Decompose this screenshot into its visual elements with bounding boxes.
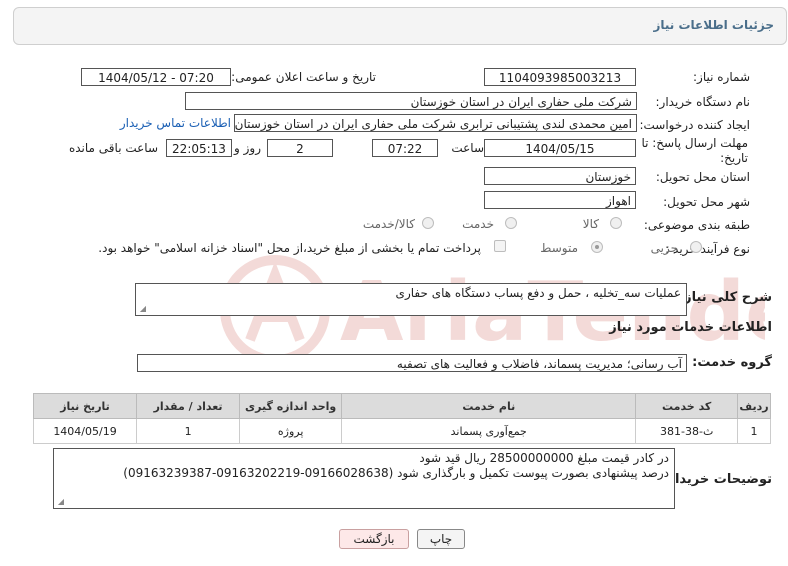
resize-grip-icon[interactable]: ◢ xyxy=(138,305,146,313)
delivery-province-label: استان محل تحویل: xyxy=(655,170,750,184)
deadline-time-field: 07:22 xyxy=(372,139,438,157)
cell-unit: پروژه xyxy=(239,418,343,444)
cell-need-date: 1404/05/19 xyxy=(32,418,138,444)
services-table: ردیف کد خدمت نام خدمت واحد اندازه گیری ت… xyxy=(32,393,771,444)
category-radio-goods[interactable] xyxy=(610,217,622,229)
need-number-label: شماره نیاز: xyxy=(693,70,750,84)
col-header-unit: واحد اندازه گیری xyxy=(239,393,343,419)
delivery-city-field: اهواز xyxy=(484,191,636,209)
cell-row-number: 1 xyxy=(737,418,771,444)
col-header-service-code: کد خدمت xyxy=(635,393,739,419)
cell-service-code: ث-38-381 xyxy=(635,418,739,444)
category-goods-label: کالا xyxy=(582,217,599,231)
cell-quantity: 1 xyxy=(136,418,241,444)
need-description-field: عملیات سه_تخلیه ، حمل و دفع پساب دستگاه … xyxy=(135,283,687,316)
day-and-label: روز و xyxy=(234,141,261,155)
buyer-org-field: شرکت ملی حفاری ایران در استان خوزستان xyxy=(185,92,637,110)
panel-title: جزئیات اطلاعات نیاز xyxy=(653,18,774,32)
need-description-text: عملیات سه_تخلیه ، حمل و دفع پساب دستگاه … xyxy=(395,286,681,300)
buyer-notes-field: در کادر قیمت مبلغ 28500000000 ریال قید ش… xyxy=(53,448,675,509)
requester-label: ایجاد کننده درخواست: xyxy=(639,118,750,132)
delivery-city-label: شهر محل تحویل: xyxy=(663,195,750,209)
process-minor-label: جزیی xyxy=(650,241,678,255)
col-header-service-name: نام خدمت xyxy=(341,393,637,419)
col-header-row-number: ردیف xyxy=(737,393,771,419)
resize-grip-icon[interactable]: ◢ xyxy=(56,498,64,506)
cell-service-name: جمع‌آوری پسماند xyxy=(341,418,637,444)
col-header-quantity: تعداد / مقدار xyxy=(136,393,241,419)
need-description-label: شرح کلی نیاز: xyxy=(678,290,772,305)
buyer-notes-line-2: درصد پیشنهادی بصورت پیوست تکمیل و بارگذا… xyxy=(123,466,669,480)
col-header-need-date: تاریخ نیاز xyxy=(32,393,138,419)
table-row: 1 ث-38-381 جمع‌آوری پسماند پروژه 1 1404/… xyxy=(32,418,771,444)
requester-field: امین محمدی لندی پشتیبانی ترابری شرکت ملی… xyxy=(234,114,637,132)
remaining-time-label: ساعت باقی مانده xyxy=(68,141,158,155)
details-panel-header: جزئیات اطلاعات نیاز xyxy=(13,7,787,45)
services-section-title: اطلاعات خدمات مورد نیاز xyxy=(609,320,772,335)
category-radio-goods-service[interactable] xyxy=(422,217,434,229)
back-button[interactable]: بازگشت xyxy=(339,529,409,549)
service-group-label: گروه خدمت: xyxy=(692,355,772,370)
category-label: طبقه بندی موضوعی: xyxy=(643,218,750,232)
buyer-notes-line-1: در کادر قیمت مبلغ 28500000000 ریال قید ش… xyxy=(419,451,669,465)
treasury-payment-checkbox[interactable] xyxy=(494,240,506,252)
process-radio-medium[interactable] xyxy=(591,241,603,253)
announce-datetime-field: 1404/05/12 - 07:20 xyxy=(81,68,231,86)
time-remaining-field: 22:05:13 xyxy=(166,139,232,157)
announce-datetime-label: تاریخ و ساعت اعلان عمومی: xyxy=(231,70,376,84)
buyer-notes-label: توضیحات خریدار: xyxy=(662,472,772,487)
reply-deadline-label: مهلت ارسال پاسخ: تا تاریخ: xyxy=(641,136,748,165)
days-remaining-field: 2 xyxy=(267,139,333,157)
process-radio-minor[interactable] xyxy=(690,241,702,253)
services-table-header: ردیف کد خدمت نام خدمت واحد اندازه گیری ت… xyxy=(32,393,771,419)
category-goods-service-label: کالا/خدمت xyxy=(362,217,415,231)
category-radio-service[interactable] xyxy=(505,217,517,229)
deadline-time-label: ساعت xyxy=(451,141,484,155)
category-service-label: خدمت xyxy=(462,217,494,231)
deadline-date-field: 1404/05/15 xyxy=(484,139,636,157)
delivery-province-field: خوزستان xyxy=(484,167,636,185)
buyer-contact-link[interactable]: اطلاعات تماس خریدار xyxy=(120,116,231,130)
need-number-field: 1104093985003213 xyxy=(484,68,636,86)
service-group-field: آب رسانی؛ مدیریت پسماند، فاضلاب و فعالیت… xyxy=(137,354,687,372)
treasury-payment-label: پرداخت تمام یا بخشی از مبلغ خرید،از محل … xyxy=(98,241,481,255)
buyer-org-label: نام دستگاه خریدار: xyxy=(655,95,751,109)
process-medium-label: متوسط xyxy=(540,241,578,255)
print-button[interactable]: چاپ xyxy=(417,529,465,549)
